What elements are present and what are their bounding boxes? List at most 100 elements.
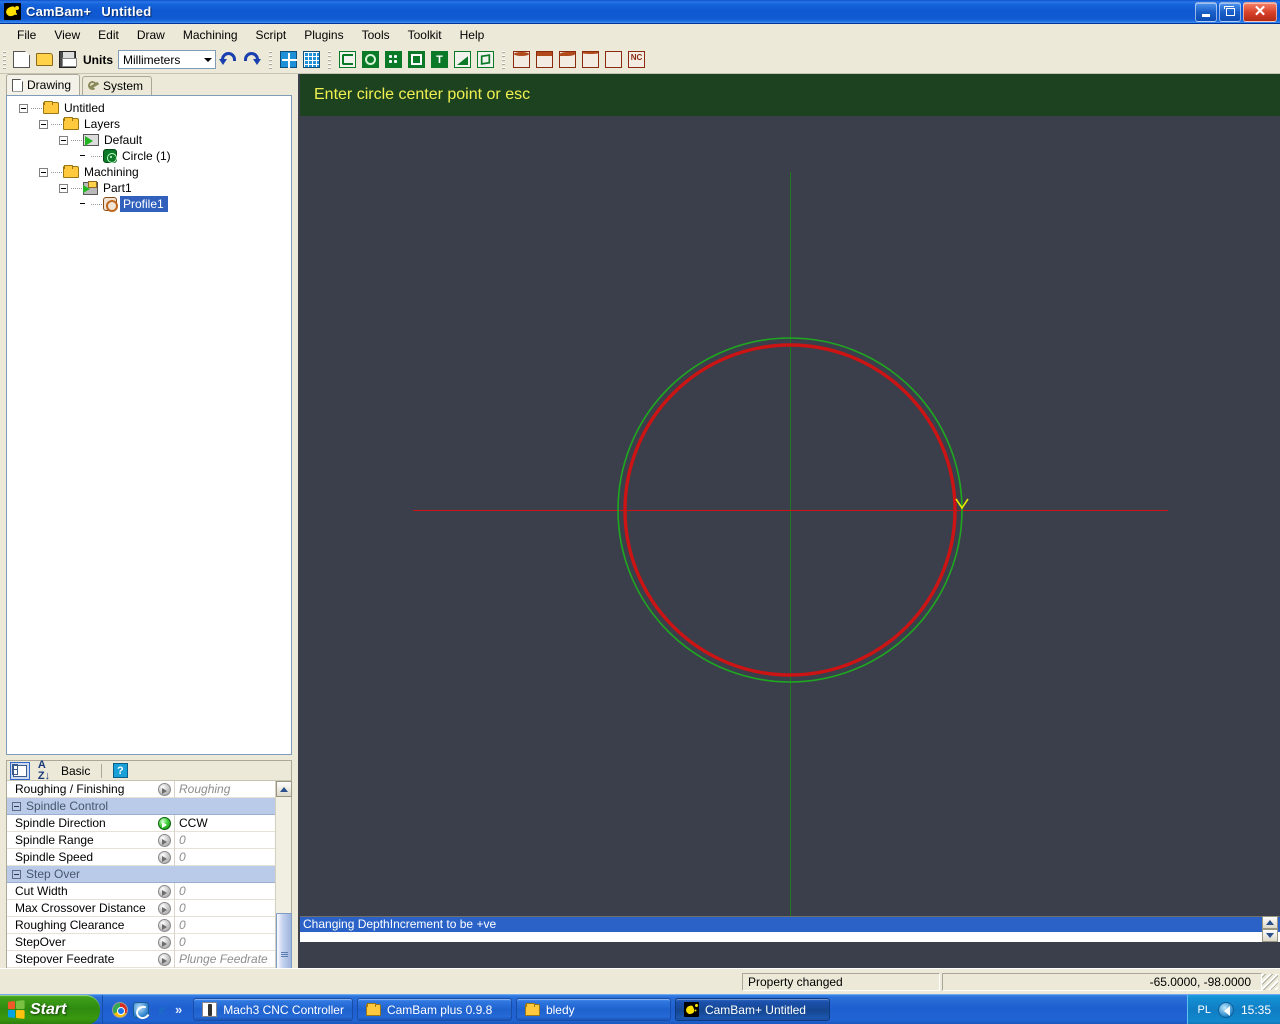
property-value[interactable]: 0	[174, 831, 291, 849]
property-bullet[interactable]	[155, 952, 174, 966]
draw-circle-button[interactable]	[359, 49, 382, 71]
new-file-button[interactable]	[10, 49, 33, 71]
menu-edit[interactable]: Edit	[89, 26, 128, 44]
taskbar-item-cambam-folder[interactable]: CamBam plus 0.9.8	[356, 998, 512, 1021]
machining-ncfile-button[interactable]: NC	[625, 49, 648, 71]
property-bullet[interactable]	[155, 782, 174, 796]
taskbar-item-mach3[interactable]: Mach3 CNC Controller	[193, 998, 353, 1021]
open-file-button[interactable]	[33, 49, 56, 71]
properties-help-button[interactable]: ?	[110, 762, 130, 780]
property-value[interactable]: Roughing	[174, 781, 291, 798]
property-bullet[interactable]	[155, 901, 174, 915]
tree-item-circle[interactable]: Circle (1)	[11, 148, 291, 164]
message-pane[interactable]: Changing DepthIncrement to be +ve	[300, 916, 1280, 942]
machining-profile-button[interactable]	[510, 49, 533, 71]
scroll-up-button[interactable]	[276, 781, 292, 797]
property-bullet[interactable]	[155, 850, 174, 864]
property-value[interactable]: 0	[174, 899, 291, 917]
property-row-stepover-feedrate[interactable]: Stepover Feedrate Plunge Feedrate	[7, 950, 291, 968]
property-value[interactable]: 0	[174, 916, 291, 934]
property-row-spindle-direction[interactable]: Spindle Direction CCW	[7, 814, 291, 832]
taskbar-item-cambam-app[interactable]: CamBam+ Untitled	[674, 998, 830, 1021]
tree-item-machining[interactable]: Machining	[11, 164, 291, 180]
expander-minus-icon[interactable]	[59, 183, 68, 193]
menu-help[interactable]: Help	[451, 26, 494, 44]
undo-button[interactable]	[218, 49, 241, 71]
units-dropdown[interactable]: Millimeters	[118, 50, 216, 69]
alphabetical-sort-button[interactable]: A Z↓	[34, 759, 54, 781]
tree-item-part1[interactable]: Part1	[11, 180, 291, 196]
machining-pocket-button[interactable]	[533, 49, 556, 71]
property-row-spindle-speed[interactable]: Spindle Speed 0	[7, 848, 291, 866]
tree-item-layers[interactable]: Layers	[11, 116, 291, 132]
chrome-icon[interactable]	[112, 1001, 128, 1018]
property-row-cut-width[interactable]: Cut Width 0	[7, 882, 291, 900]
resize-grip[interactable]	[1262, 973, 1278, 990]
property-row-stepover[interactable]: StepOver 0	[7, 933, 291, 951]
menu-view[interactable]: View	[45, 26, 89, 44]
internet-explorer-icon[interactable]: e	[154, 1002, 170, 1018]
tab-drawing[interactable]: Drawing	[6, 74, 81, 95]
tree-item-profile1[interactable]: Profile1	[11, 196, 291, 212]
categorized-view-button[interactable]	[10, 761, 30, 780]
expander-minus-icon[interactable]	[59, 135, 68, 145]
machining-engrave-button[interactable]	[556, 49, 579, 71]
start-button[interactable]: Start	[0, 994, 100, 1024]
property-bullet[interactable]	[155, 884, 174, 898]
tree-item-untitled[interactable]: Untitled	[11, 100, 291, 116]
close-button[interactable]: ✕	[1243, 2, 1277, 22]
property-value[interactable]: CCW	[174, 814, 291, 832]
message-scroll-up-button[interactable]	[1262, 916, 1278, 929]
maximize-button[interactable]	[1219, 2, 1241, 22]
menu-script[interactable]: Script	[247, 26, 296, 44]
clock[interactable]: 15:35	[1241, 1003, 1271, 1017]
property-value[interactable]: 0	[174, 933, 291, 951]
drawing-viewport[interactable]	[300, 116, 1280, 942]
redo-button[interactable]	[241, 49, 264, 71]
property-value[interactable]: Plunge Feedrate	[174, 950, 291, 968]
property-row-max-crossover-distance[interactable]: Max Crossover Distance 0	[7, 899, 291, 917]
ie-alt-icon[interactable]	[133, 1001, 149, 1018]
property-bullet[interactable]	[155, 816, 174, 830]
tab-system[interactable]: System	[82, 76, 153, 95]
machining-3dprofile-button[interactable]	[602, 49, 625, 71]
quicklaunch-overflow-button[interactable]: »	[175, 1002, 182, 1017]
expander-minus-icon[interactable]	[19, 103, 28, 113]
menu-toolkit[interactable]: Toolkit	[399, 26, 451, 44]
toolbar-grip[interactable]	[3, 50, 6, 69]
property-value[interactable]: 0	[174, 848, 291, 866]
menu-tools[interactable]: Tools	[353, 26, 399, 44]
draw-points-button[interactable]	[382, 49, 405, 71]
property-bullet[interactable]	[155, 833, 174, 847]
snap-toggle-button[interactable]	[277, 49, 300, 71]
minimize-button[interactable]	[1195, 2, 1217, 22]
project-tree[interactable]: Untitled Layers Default Circle (1) Machi…	[6, 95, 292, 755]
save-file-button[interactable]	[56, 49, 79, 71]
menu-file[interactable]: File	[8, 26, 45, 44]
property-bullet[interactable]	[155, 935, 174, 949]
menu-machining[interactable]: Machining	[174, 26, 247, 44]
expander-minus-icon[interactable]	[12, 869, 21, 879]
message-scroll-buttons[interactable]	[1262, 916, 1278, 942]
message-scroll-down-button[interactable]	[1262, 929, 1278, 942]
property-row-roughing-finishing[interactable]: Roughing / Finishing Roughing	[7, 781, 291, 798]
machining-drill-button[interactable]	[579, 49, 602, 71]
taskbar-item-bledy[interactable]: bledy	[515, 998, 671, 1021]
property-bullet[interactable]	[155, 918, 174, 932]
property-category-spindle-control[interactable]: Spindle Control	[7, 798, 291, 815]
draw-text-button[interactable]: T	[428, 49, 451, 71]
properties-mode-label[interactable]: Basic	[58, 764, 93, 778]
draw-rectangle-button[interactable]	[405, 49, 428, 71]
menu-draw[interactable]: Draw	[128, 26, 174, 44]
menu-plugins[interactable]: Plugins	[295, 26, 352, 44]
property-category-step-over[interactable]: Step Over	[7, 866, 291, 883]
property-row-spindle-range[interactable]: Spindle Range 0	[7, 831, 291, 849]
draw-polyline-button[interactable]	[336, 49, 359, 71]
property-value[interactable]: 0	[174, 882, 291, 900]
draw-surface-button[interactable]	[451, 49, 474, 71]
expander-minus-icon[interactable]	[12, 801, 21, 811]
expander-minus-icon[interactable]	[39, 167, 48, 177]
expander-minus-icon[interactable]	[39, 119, 48, 129]
tree-item-default-layer[interactable]: Default	[11, 132, 291, 148]
draw-solid-button[interactable]	[474, 49, 497, 71]
